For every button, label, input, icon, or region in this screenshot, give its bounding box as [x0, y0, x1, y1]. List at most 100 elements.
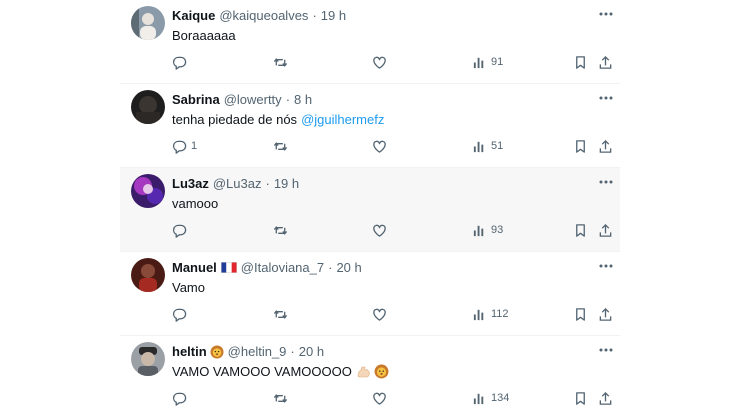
- avatar[interactable]: [131, 342, 165, 376]
- bookmark-button[interactable]: [573, 306, 588, 322]
- views-chart-icon: [473, 309, 484, 320]
- avatar[interactable]: [131, 258, 165, 292]
- like-button[interactable]: [372, 222, 387, 238]
- tweet[interactable]: Manuel @Italoviana_7 · 20 h Vamo 112: [120, 252, 620, 336]
- view-count: 93: [491, 224, 504, 236]
- separator-dot: ·: [285, 92, 291, 107]
- bookmark-icon: [576, 223, 585, 237]
- views-button[interactable]: 91: [472, 54, 503, 70]
- timestamp[interactable]: 19 h: [274, 176, 299, 191]
- timestamp[interactable]: 19 h: [321, 8, 346, 23]
- mention-link[interactable]: @jguilhermefz: [301, 112, 384, 127]
- share-button[interactable]: [598, 138, 613, 154]
- share-button[interactable]: [598, 306, 613, 322]
- author-name[interactable]: Sabrina: [172, 92, 220, 107]
- bookmark-button[interactable]: [573, 222, 588, 238]
- tweet[interactable]: Sabrina @lowertty · 8 h tenha piedade de…: [120, 84, 620, 168]
- like-button[interactable]: [372, 54, 387, 70]
- retweet-icon: [273, 141, 288, 151]
- action-bar: 112: [172, 306, 620, 322]
- author-name[interactable]: Kaique: [172, 8, 215, 23]
- heart-icon: [373, 392, 386, 405]
- share-icon: [599, 391, 612, 405]
- share-button[interactable]: [598, 390, 613, 406]
- action-bar: 93: [172, 222, 620, 238]
- action-bar: 1 51: [172, 138, 620, 154]
- flexed-biceps-emoji-icon: [356, 364, 371, 379]
- tweet[interactable]: heltin @heltin_9 · 20 h VAMO VAMOOO VAMO…: [120, 336, 620, 420]
- author-handle[interactable]: @Italoviana_7: [241, 260, 324, 275]
- bookmark-button[interactable]: [573, 138, 588, 154]
- reply-button[interactable]: [172, 390, 191, 406]
- author-handle[interactable]: @lowertty: [224, 92, 282, 107]
- avatar[interactable]: [131, 6, 165, 40]
- tweet-body: tenha piedade de nós: [172, 112, 298, 127]
- reply-button[interactable]: 1: [172, 138, 197, 154]
- separator-dot: ·: [328, 260, 333, 275]
- author-handle[interactable]: @kaiqueoalves: [219, 8, 308, 23]
- reply-icon: [172, 56, 187, 70]
- author-name[interactable]: heltin: [172, 344, 207, 359]
- tweet-body: vamooo: [172, 196, 219, 211]
- tweet[interactable]: Kaique @kaiqueoalves · 19 h Boraaaaaa 91: [120, 0, 620, 84]
- views-chart-icon: [473, 57, 484, 68]
- timestamp[interactable]: 20 h: [336, 260, 361, 275]
- tweet-text: tenha piedade de nós @jguilhermefz: [172, 112, 384, 127]
- tweet-body: Vamo: [172, 280, 205, 295]
- author-name[interactable]: Manuel: [172, 260, 217, 275]
- retweet-button[interactable]: [273, 138, 288, 154]
- reply-button[interactable]: [172, 54, 191, 70]
- retweet-button[interactable]: [273, 390, 288, 406]
- bookmark-icon: [576, 391, 585, 405]
- share-button[interactable]: [598, 222, 613, 238]
- reply-count: 1: [191, 140, 198, 152]
- reply-icon: [172, 392, 187, 406]
- heart-icon: [373, 224, 386, 237]
- tweet-text: vamooo: [172, 196, 218, 211]
- like-button[interactable]: [372, 306, 387, 322]
- retweet-icon: [273, 57, 288, 67]
- bookmark-button[interactable]: [573, 390, 588, 406]
- author-name[interactable]: Lu3az: [172, 176, 209, 191]
- tweet-body: VAMO VAMOOO VAMOOOOO: [172, 364, 352, 379]
- more-options-icon[interactable]: [598, 90, 614, 106]
- more-options-icon[interactable]: [598, 342, 614, 358]
- retweet-button[interactable]: [273, 222, 288, 238]
- timestamp[interactable]: 20 h: [299, 344, 324, 359]
- like-button[interactable]: [372, 138, 387, 154]
- author-handle[interactable]: @heltin_9: [228, 344, 287, 359]
- view-count: 91: [491, 56, 504, 68]
- share-icon: [599, 139, 612, 153]
- tweet-text: VAMO VAMOOO VAMOOOOO: [172, 364, 389, 379]
- views-button[interactable]: 51: [472, 138, 503, 154]
- timestamp[interactable]: 8 h: [294, 92, 312, 107]
- views-button[interactable]: 134: [472, 390, 509, 406]
- bookmark-button[interactable]: [573, 54, 588, 70]
- bookmark-icon: [576, 139, 585, 153]
- retweet-icon: [273, 393, 288, 403]
- share-button[interactable]: [598, 54, 613, 70]
- tweet[interactable]: Lu3az @Lu3az · 19 h vamooo 93: [120, 168, 620, 252]
- tweet-text: Boraaaaaa: [172, 28, 236, 43]
- reply-button[interactable]: [172, 306, 191, 322]
- lion-emoji-icon: [210, 345, 224, 359]
- more-options-icon[interactable]: [598, 258, 614, 274]
- share-icon: [599, 55, 612, 69]
- views-button[interactable]: 112: [472, 306, 509, 322]
- like-button[interactable]: [372, 390, 387, 406]
- more-options-icon[interactable]: [598, 6, 614, 22]
- more-options-icon[interactable]: [598, 174, 614, 190]
- avatar[interactable]: [131, 174, 165, 208]
- view-count: 51: [491, 140, 504, 152]
- heart-icon: [373, 308, 386, 321]
- reply-button[interactable]: [172, 222, 191, 238]
- views-button[interactable]: 93: [472, 222, 503, 238]
- avatar[interactable]: [131, 90, 165, 124]
- retweet-button[interactable]: [273, 306, 288, 322]
- retweet-button[interactable]: [273, 54, 288, 70]
- views-chart-icon: [473, 141, 484, 152]
- separator-dot: ·: [290, 344, 295, 359]
- heart-icon: [373, 140, 386, 153]
- retweet-icon: [273, 225, 288, 235]
- author-handle[interactable]: @Lu3az: [213, 176, 262, 191]
